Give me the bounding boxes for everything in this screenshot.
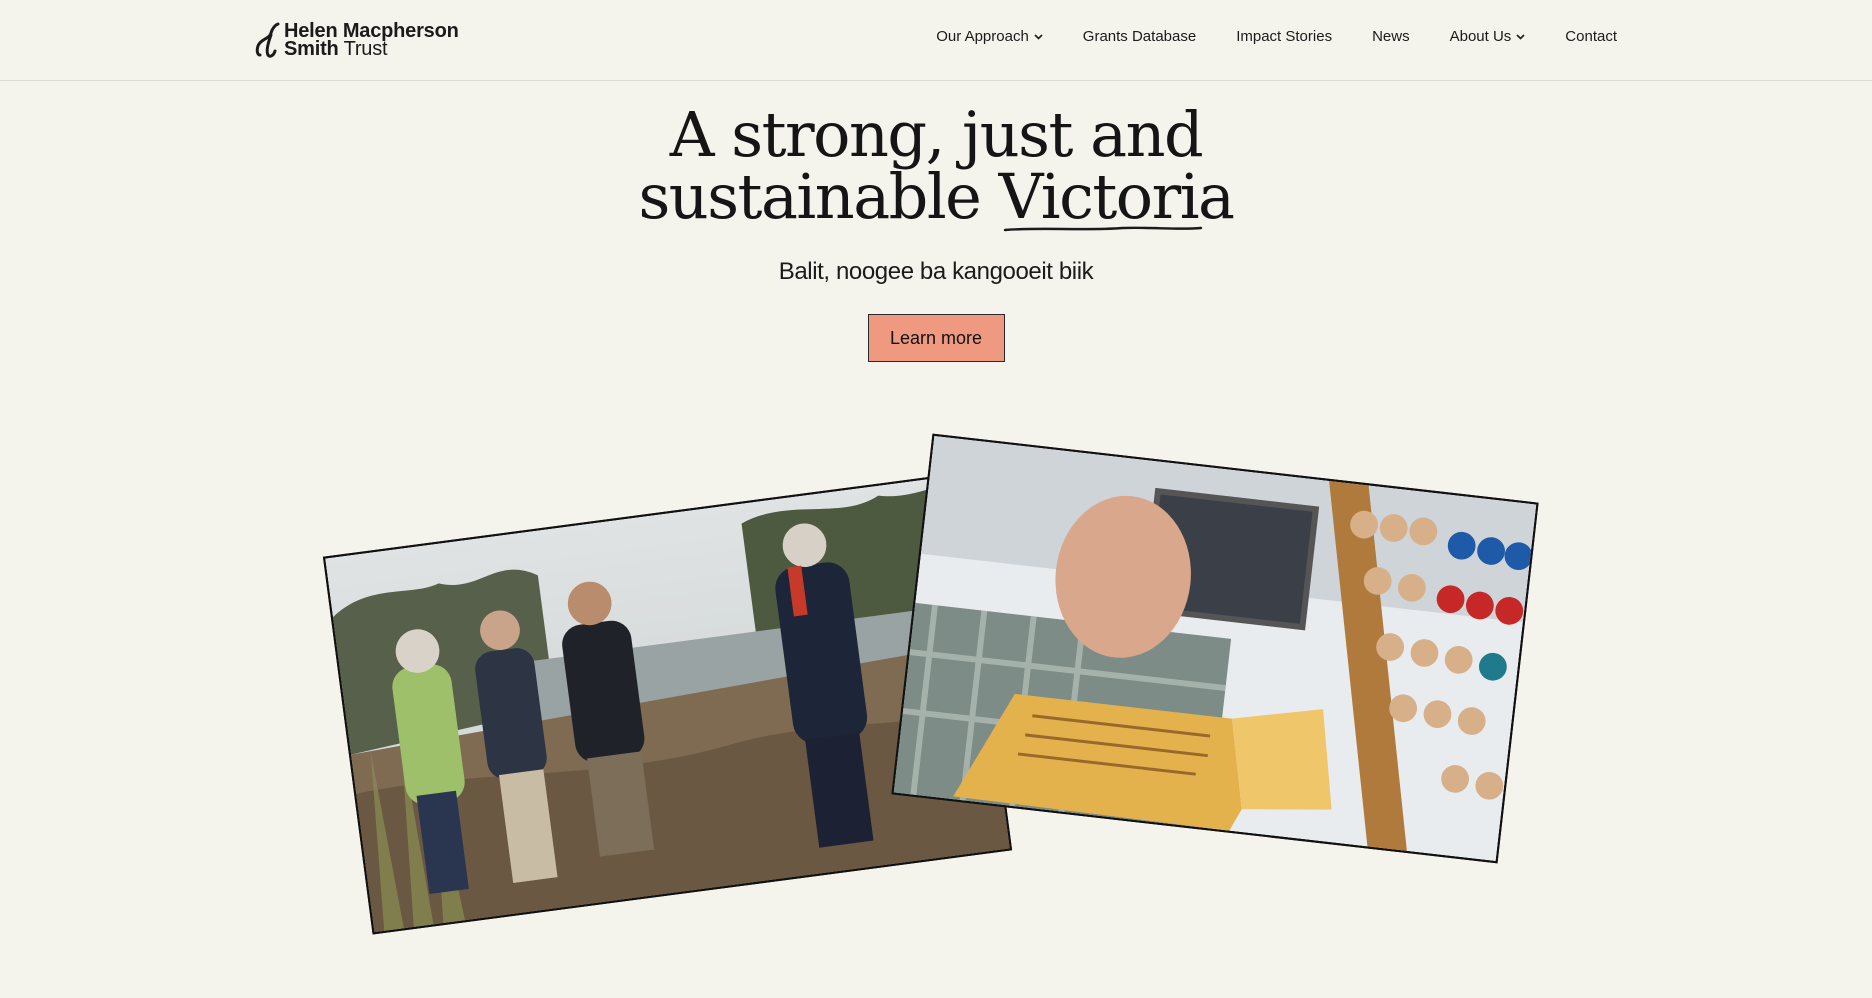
chevron-down-icon	[1516, 33, 1525, 40]
learn-more-button[interactable]: Learn more	[867, 314, 1005, 362]
logo-line2-regular: Trust	[343, 38, 388, 60]
nav-item-impact-stories[interactable]: Impact Stories	[1236, 28, 1332, 45]
nav-label: Our Approach	[936, 28, 1029, 45]
nav-label: About Us	[1449, 28, 1512, 45]
logo-line2: Smith Trust	[284, 38, 459, 60]
nav-label: News	[1372, 28, 1410, 45]
nav-item-contact[interactable]: Contact	[1565, 28, 1617, 45]
logo-text: Helen Macpherson Smith Trust	[284, 21, 459, 60]
hero-subheading: Balit, noogee ba kangooeit biik	[778, 258, 1094, 285]
hmst-logo-icon	[255, 22, 280, 58]
nav-item-news[interactable]: News	[1372, 28, 1410, 45]
nav-label: Grants Database	[1082, 28, 1197, 45]
main-nav: Our Approach Grants Database Impact Stor…	[936, 28, 1617, 45]
site-logo[interactable]: Helen Macpherson Smith Trust	[254, 20, 459, 60]
headline-emphasis-text: Victoria	[998, 160, 1235, 233]
reading-image	[893, 435, 1537, 862]
nav-item-about-us[interactable]: About Us	[1450, 28, 1526, 45]
headline-emphasis: Victoria	[999, 166, 1235, 232]
headline-line2: sustainable Victoria	[0, 166, 1872, 232]
chevron-down-icon	[1034, 33, 1043, 40]
brush-underline-icon	[1003, 226, 1202, 232]
logo-line2-bold: Smith	[284, 38, 339, 60]
nav-label: Contact	[1565, 28, 1617, 45]
nav-item-grants-database[interactable]: Grants Database	[1083, 28, 1196, 45]
hero-headline: A strong, just and sustainable Victoria	[0, 98, 1872, 232]
headline-line2-pre: sustainable	[638, 160, 981, 233]
nav-label: Impact Stories	[1236, 28, 1333, 45]
site-header: Helen Macpherson Smith Trust Our Approac…	[0, 0, 1872, 81]
man-reading-book-abacus-photo	[891, 433, 1539, 864]
hero-section: A strong, just and sustainable Victoria …	[0, 104, 1872, 362]
nav-item-our-approach[interactable]: Our Approach	[936, 28, 1043, 45]
headline-line1: A strong, just and	[669, 98, 1204, 171]
